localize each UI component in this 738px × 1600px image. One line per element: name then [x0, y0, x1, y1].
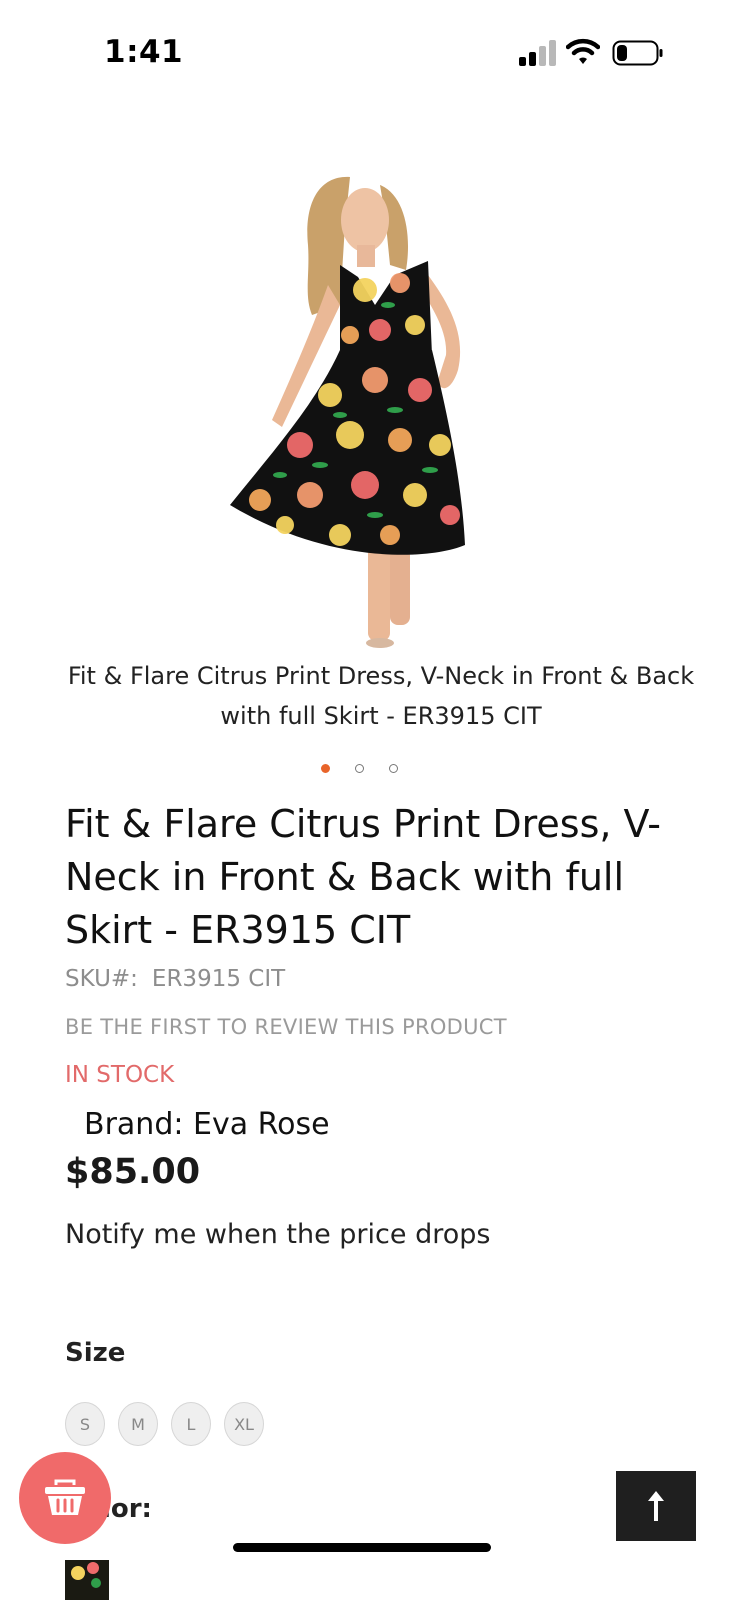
battery-icon [612, 40, 664, 66]
product-price: $85.00 [65, 1152, 201, 1192]
sku-value: ER3915 CIT [151, 966, 286, 992]
arrow-up-icon [648, 1491, 664, 1521]
cellular-signal-icon [519, 38, 557, 66]
price-drop-notify-link[interactable]: Notify me when the price drops [65, 1219, 490, 1250]
dress-photo [230, 176, 465, 648]
size-option-xl[interactable]: XL [224, 1402, 264, 1446]
carousel-dot[interactable] [389, 764, 398, 773]
carousel-dot[interactable] [355, 764, 364, 773]
size-option-m[interactable]: M [118, 1402, 158, 1446]
carousel-dot[interactable] [321, 764, 330, 773]
sku-row: SKU#: ER3915 CIT [65, 966, 285, 992]
size-option-s[interactable]: S [65, 1402, 105, 1446]
status-bar: 1:41 [0, 0, 738, 100]
product-image[interactable] [200, 165, 500, 655]
size-label: Size [65, 1338, 126, 1368]
shopping-basket-icon [45, 1479, 85, 1515]
stock-status: IN STOCK [65, 1062, 175, 1088]
review-link[interactable]: BE THE FIRST TO REVIEW THIS PRODUCT [65, 1015, 507, 1039]
product-title: Fit & Flare Citrus Print Dress, V-Neck i… [65, 802, 662, 952]
back-to-top-button[interactable] [616, 1471, 696, 1541]
home-indicator[interactable] [233, 1543, 491, 1552]
size-option-l[interactable]: L [171, 1402, 211, 1446]
brand-label: Brand: Eva Rose [84, 1107, 330, 1142]
sku-label: SKU#: [65, 966, 138, 992]
wifi-icon [565, 38, 601, 66]
image-caption: Fit & Flare Citrus Print Dress, V-Neck i… [67, 662, 695, 730]
status-time: 1:41 [104, 34, 184, 70]
color-swatch[interactable] [65, 1560, 109, 1600]
cart-button[interactable] [19, 1452, 111, 1544]
carousel-dots [0, 762, 738, 776]
